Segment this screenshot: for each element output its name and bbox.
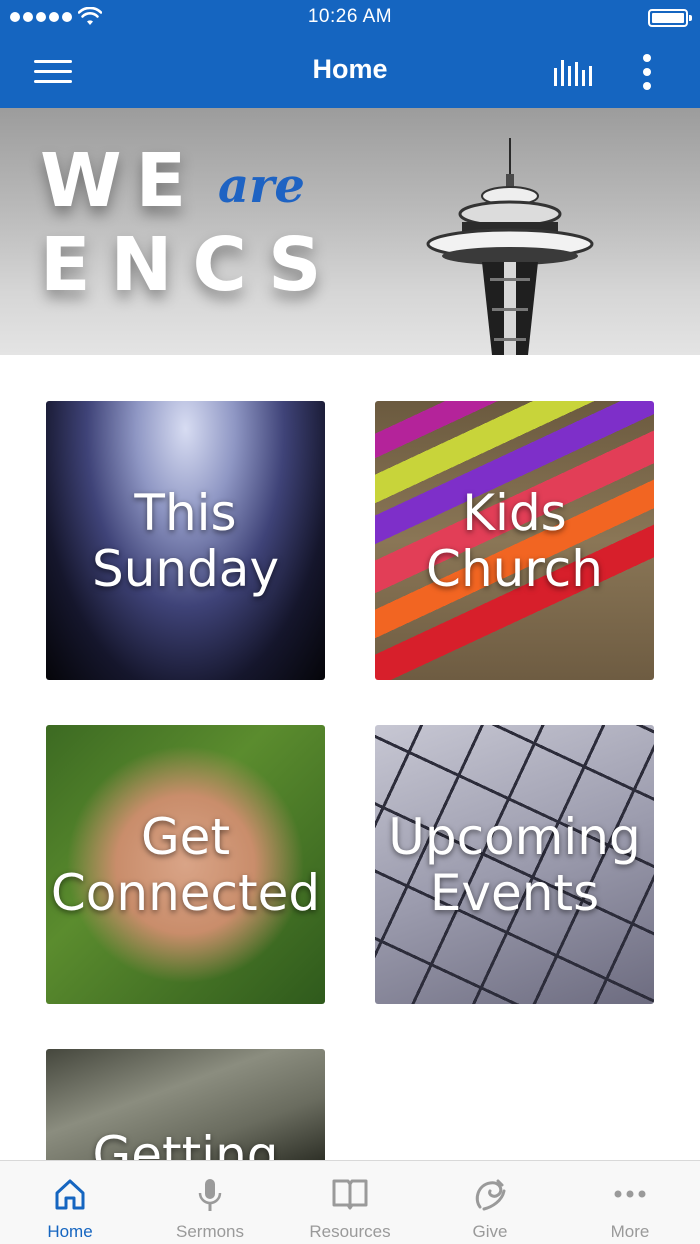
tab-resources[interactable]: Resources [280,1161,420,1244]
banner-text-are: are [218,158,305,214]
top-bar: 10:26 AM Home [0,0,700,108]
ellipsis-icon [614,1190,646,1198]
tile-get-connected[interactable]: Get Connected [46,725,325,1004]
microphone-icon [198,1179,222,1211]
navigation-bar: Home [0,36,700,108]
give-icon [475,1179,506,1211]
tab-label: Give [472,1222,508,1241]
tab-sermons[interactable]: Sermons [140,1161,280,1244]
space-needle-image [426,138,594,355]
tile-this-sunday[interactable]: This Sunday [46,401,325,680]
tile-kids-church[interactable]: Kids Church [375,401,654,680]
tile-upcoming-events[interactable]: Upcoming Events [375,725,654,1004]
home-icon [55,1179,85,1210]
battery-icon [648,9,692,27]
tab-home[interactable]: Home [0,1161,140,1244]
status-bar: 10:26 AM [0,0,700,36]
tab-label: Sermons [175,1222,245,1241]
audio-bars-icon[interactable] [548,54,596,90]
tile-getting-started[interactable]: Getting [46,1049,325,1160]
tab-label: More [610,1222,650,1241]
overflow-menu-button[interactable] [630,50,664,94]
banner-text-encs: ENCS [40,222,342,308]
hero-banner: WE are ENCS [0,108,700,355]
bottom-tab-bar: Home Sermons Resources Give More [0,1160,700,1244]
tab-label: Resources [309,1222,391,1241]
tab-label: Home [47,1222,93,1241]
tile-label: Kids Church [426,483,603,598]
status-time: 10:26 AM [307,6,393,27]
tile-label: Upcoming Events [388,807,641,922]
book-icon [332,1179,368,1210]
banner-text-we: WE [40,138,201,224]
tab-give[interactable]: Give [420,1161,560,1244]
tile-label: This Sunday [91,483,280,598]
tile-label: Getting [92,1126,279,1160]
tile-label: Get Connected [50,807,321,922]
tab-more[interactable]: More [560,1161,700,1244]
